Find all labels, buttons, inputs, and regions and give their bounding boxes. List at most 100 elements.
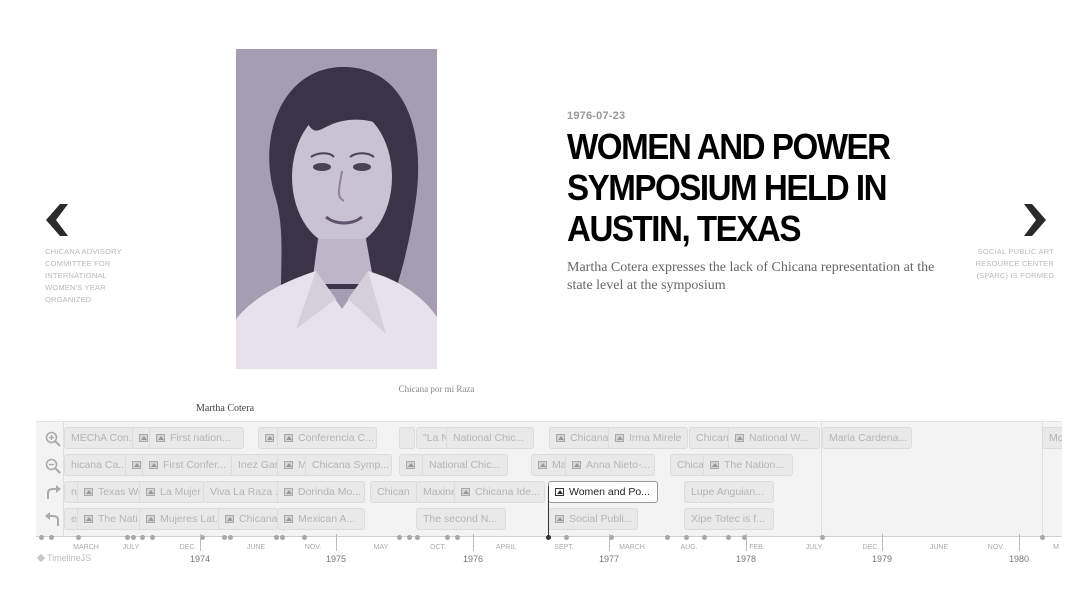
image-icon bbox=[146, 515, 155, 523]
event-date: 1976-07-23 bbox=[567, 110, 626, 122]
axis-month-label: AUG. bbox=[680, 544, 698, 551]
axis-year-label: 1980 bbox=[1008, 554, 1030, 564]
image-icon bbox=[555, 488, 564, 496]
image-icon bbox=[84, 515, 93, 523]
timeline-marker[interactable]: Chicana bbox=[549, 427, 613, 449]
timeline-marker[interactable]: Chicana Ide... bbox=[454, 481, 545, 503]
timeline-navigator[interactable]: MEChA Con... First nation... Conferencia… bbox=[36, 421, 1062, 536]
timeline-marker-active[interactable]: Women and Po... bbox=[548, 481, 658, 503]
axis-year-label: 1977 bbox=[598, 554, 620, 564]
timeline-axis: MARCH JULY DEC. JUNE NOV. MAY OCT. APRIL… bbox=[36, 534, 1062, 564]
axis-month-label: SEPT. bbox=[554, 544, 574, 551]
axis-month-label: OCT. bbox=[430, 544, 446, 551]
timeline-marker[interactable]: First nation... bbox=[149, 427, 244, 449]
axis-year-label: 1974 bbox=[189, 554, 211, 564]
image-icon bbox=[555, 515, 564, 523]
axis-month-label: MARCH bbox=[619, 544, 645, 551]
timeline-marker[interactable]: Chican bbox=[370, 481, 418, 503]
image-icon bbox=[284, 434, 293, 442]
image-icon bbox=[556, 434, 565, 442]
image-icon bbox=[284, 515, 293, 523]
timeline-marker[interactable]: First Confer... bbox=[142, 454, 234, 476]
active-dot bbox=[546, 535, 551, 540]
zoom-in-icon[interactable] bbox=[45, 431, 61, 447]
timelinejs-logo-icon bbox=[36, 553, 46, 563]
event-headline: Women and Power Symposium Held in Austin… bbox=[567, 126, 891, 249]
axis-month-label: APRIL bbox=[495, 544, 517, 551]
timeline-marker[interactable]: Maxine bbox=[416, 481, 458, 503]
timeline-marker[interactable]: Dorinda Mo... bbox=[277, 481, 365, 503]
timeline-marker[interactable]: Texas Wo bbox=[77, 481, 145, 503]
timeline-marker[interactable]: National Chic... bbox=[422, 454, 508, 476]
slide-photo bbox=[236, 49, 437, 369]
timeline-marker[interactable]: "La N bbox=[416, 427, 450, 449]
timeline-marker[interactable]: Social Publi... bbox=[548, 508, 638, 530]
axis-month-label: M bbox=[1053, 544, 1059, 551]
timeline-marker[interactable]: The second N... bbox=[416, 508, 506, 530]
timeline-marker[interactable]: National Chic... bbox=[446, 427, 534, 449]
axis-year-label: 1975 bbox=[325, 554, 347, 564]
timeline-marker[interactable]: Maria Cardena... bbox=[822, 427, 912, 449]
timeline-marker[interactable]: Inez Gar bbox=[231, 454, 281, 476]
previous-slide-button[interactable]: Chicana Advisory Committee for Internati… bbox=[38, 200, 128, 320]
timeline-marker[interactable]: Lupe Anguian... bbox=[684, 481, 774, 503]
image-icon bbox=[735, 434, 744, 442]
axis-month-label: NOV. bbox=[304, 544, 322, 551]
image-icon bbox=[132, 461, 141, 469]
timeline-marker[interactable]: MEChA Con... bbox=[64, 427, 136, 449]
timeline-marker[interactable]: Anna Nieto-... bbox=[565, 454, 655, 476]
timeline-marker[interactable]: Chicana Symp... bbox=[305, 454, 392, 476]
axis-month-label: JULY bbox=[122, 544, 140, 551]
axis-month-label: JULY bbox=[805, 544, 823, 551]
image-icon bbox=[615, 434, 624, 442]
undo-icon[interactable] bbox=[45, 485, 61, 501]
timeline-marker[interactable]: Irma Mirele bbox=[608, 427, 688, 449]
timeline-marker[interactable]: Xipe Totec is f... bbox=[684, 508, 774, 530]
timeline-marker[interactable]: The Nati bbox=[77, 508, 143, 530]
timeline-marker[interactable]: La Mujer bbox=[139, 481, 205, 503]
timeline-marker[interactable]: Mc bbox=[1042, 427, 1062, 449]
axis-year-label: 1979 bbox=[871, 554, 893, 564]
timeline-marker[interactable]: The Nation... bbox=[703, 454, 793, 476]
axis-month-label: DEC. bbox=[179, 544, 197, 551]
next-slide-button[interactable]: Social Public Art Resource Center (SPARC… bbox=[964, 200, 1054, 300]
chevron-left-icon bbox=[38, 200, 78, 240]
slide-text: 1976-07-23 Women and Power Symposium Hel… bbox=[567, 110, 957, 295]
image-icon bbox=[284, 461, 293, 469]
axis-month-label: JUNE bbox=[929, 544, 949, 551]
next-slide-title: Social Public Art Resource Center (SPARC… bbox=[975, 247, 1054, 280]
axis-month-label: MAY bbox=[373, 544, 389, 551]
axis-month-label: NOV. bbox=[987, 544, 1005, 551]
timeline-marker[interactable]: National W... bbox=[728, 427, 820, 449]
timeline-marker[interactable] bbox=[399, 427, 415, 449]
timeline-marker[interactable]: Mujeres Lat... bbox=[139, 508, 223, 530]
image-icon bbox=[461, 488, 470, 496]
timeline-marker[interactable]: Chicana bbox=[218, 508, 278, 530]
image-icon bbox=[149, 461, 158, 469]
chevron-right-icon bbox=[1014, 200, 1054, 240]
axis-month-label: JUNE bbox=[246, 544, 266, 551]
timeline-marker[interactable]: hicana Ca... bbox=[64, 454, 134, 476]
back-icon[interactable] bbox=[45, 512, 61, 528]
zoom-out-icon[interactable] bbox=[45, 458, 61, 474]
image-icon bbox=[225, 515, 234, 523]
media-credit: Chicana por mi Raza bbox=[398, 384, 475, 394]
image-icon bbox=[538, 461, 547, 469]
axis-year-label: 1976 bbox=[462, 554, 484, 564]
timeline-marker[interactable]: Mexican A... bbox=[277, 508, 365, 530]
timeline-marker[interactable]: Viva La Raza ... bbox=[203, 481, 281, 503]
timeline-marker[interactable]: Conferencia C... bbox=[277, 427, 377, 449]
image-icon bbox=[146, 488, 155, 496]
axis-month-label: MARCH bbox=[73, 544, 99, 551]
image-icon bbox=[710, 461, 719, 469]
previous-slide-title: Chicana Advisory Committee for Internati… bbox=[45, 247, 122, 304]
axis-year-label: 1978 bbox=[735, 554, 757, 564]
event-description: Martha Cotera expresses the lack of Chic… bbox=[567, 260, 935, 293]
timelinejs-attribution[interactable]: TimelineJS bbox=[36, 553, 91, 563]
axis-month-label: DEC. bbox=[862, 544, 880, 551]
media-caption: Martha Cotera bbox=[195, 403, 255, 414]
image-icon bbox=[284, 488, 293, 496]
image-icon bbox=[156, 434, 165, 442]
image-icon bbox=[139, 434, 148, 442]
active-marker-line bbox=[548, 486, 549, 536]
